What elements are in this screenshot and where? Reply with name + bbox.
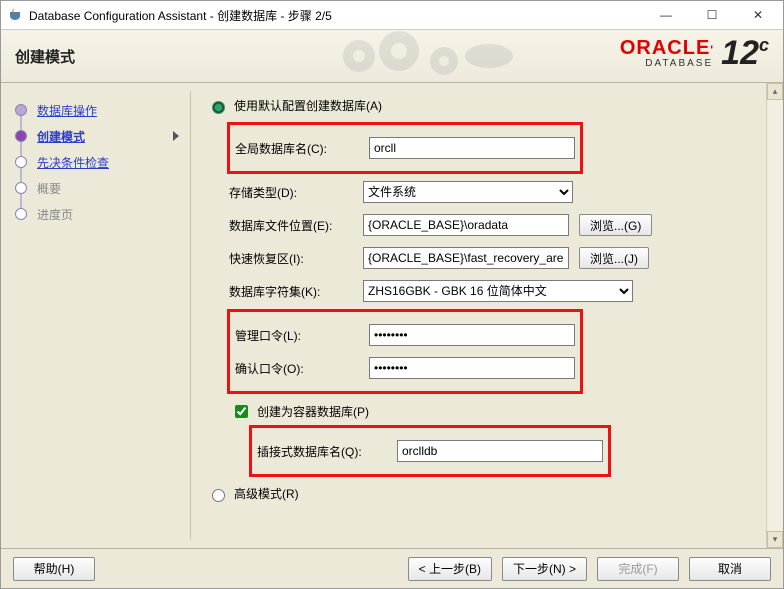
step-label: 进度页 <box>37 206 73 223</box>
browse-file-location-button[interactable]: 浏览...(G) <box>579 214 652 236</box>
label-storage-type: 存储类型(D): <box>229 184 353 201</box>
highlight-global-db: 全局数据库名(C): <box>229 124 581 172</box>
step-db-operation[interactable]: 数据库操作 <box>15 97 183 123</box>
header: 创建模式 ORACLE' DATABASE 12c <box>1 30 783 83</box>
label-charset: 数据库字符集(K): <box>229 283 353 300</box>
step-label: 概要 <box>37 180 61 197</box>
input-file-location[interactable] <box>363 214 569 236</box>
close-button[interactable]: ✕ <box>735 1 781 29</box>
cancel-button[interactable]: 取消 <box>689 557 771 581</box>
label-global-db-name: 全局数据库名(C): <box>235 140 359 157</box>
row-pdb-name: 插接式数据库名(Q): <box>257 438 603 464</box>
step-dot-icon <box>15 156 27 168</box>
brand-version: 12 <box>721 34 759 72</box>
row-confirm-pw: 确认口令(O): <box>235 355 575 381</box>
wizard-steps: 数据库操作 创建模式 先决条件检查 概要 进度页 <box>1 83 191 548</box>
titlebar: Database Configuration Assistant - 创建数据库… <box>1 1 783 30</box>
select-charset[interactable]: ZHS16GBK - GBK 16 位简体中文 <box>363 280 633 302</box>
step-prereq-check[interactable]: 先决条件检查 <box>15 149 183 175</box>
label-pdb-name: 插接式数据库名(Q): <box>257 443 387 460</box>
window-title: Database Configuration Assistant - 创建数据库… <box>29 7 643 24</box>
gears-decoration <box>329 30 529 82</box>
radio-advanced-mode-label: 高级模式(R) <box>234 485 299 502</box>
step-dot-icon <box>15 130 27 142</box>
step-create-mode[interactable]: 创建模式 <box>15 123 183 149</box>
checkbox-create-cdb[interactable]: 创建为容器数据库(P) <box>231 402 765 421</box>
radio-default-config[interactable]: 使用默认配置创建数据库(A) <box>207 97 765 114</box>
step-progress: 进度页 <box>15 201 183 227</box>
step-label: 数据库操作 <box>37 102 97 119</box>
row-storage-type: 存储类型(D): 文件系统 <box>229 179 765 205</box>
default-config-form: 全局数据库名(C): 存储类型(D): 文件系统 数据库文件位置(E): 浏览.… <box>229 124 765 475</box>
finish-button: 完成(F) <box>597 557 679 581</box>
brand-database: DATABASE <box>620 58 713 69</box>
checkbox-create-cdb-label: 创建为容器数据库(P) <box>257 403 369 420</box>
step-label: 创建模式 <box>37 128 85 145</box>
radio-advanced-mode-input[interactable] <box>212 489 225 502</box>
row-charset: 数据库字符集(K): ZHS16GBK - GBK 16 位简体中文 <box>229 278 765 304</box>
highlight-passwords: 管理口令(L): 确认口令(O): <box>229 311 581 392</box>
checkbox-create-cdb-input[interactable] <box>235 405 248 418</box>
help-button[interactable]: 帮助(H) <box>13 557 95 581</box>
input-fra[interactable] <box>363 247 569 269</box>
step-summary: 概要 <box>15 175 183 201</box>
row-admin-pw: 管理口令(L): <box>235 322 575 348</box>
label-confirm-pw: 确认口令(O): <box>235 360 359 377</box>
brand: ORACLE' DATABASE 12c <box>620 36 769 70</box>
step-dot-icon <box>15 208 27 220</box>
step-label: 先决条件检查 <box>37 154 109 171</box>
brand-version-c: c <box>759 35 769 55</box>
input-confirm-pw[interactable] <box>369 357 575 379</box>
radio-default-config-label: 使用默认配置创建数据库(A) <box>234 97 382 114</box>
browse-fra-button[interactable]: 浏览...(J) <box>579 247 649 269</box>
radio-advanced-mode[interactable]: 高级模式(R) <box>207 485 765 502</box>
java-cup-icon <box>7 7 23 23</box>
label-file-location: 数据库文件位置(E): <box>229 217 353 234</box>
brand-oracle: ORACLE <box>620 37 710 59</box>
row-fra: 快速恢复区(I): 浏览...(J) <box>229 245 765 271</box>
vertical-scrollbar[interactable]: ▴ ▾ <box>766 83 783 548</box>
footer: 帮助(H) < 上一步(B) 下一步(N) > 完成(F) 取消 <box>1 548 783 588</box>
body: 数据库操作 创建模式 先决条件检查 概要 进度页 使用默认配置创建数据库(A) <box>1 83 783 548</box>
label-fra: 快速恢复区(I): <box>229 250 353 267</box>
radio-default-config-input[interactable] <box>212 101 225 114</box>
step-dot-icon <box>15 104 27 116</box>
highlight-pdb: 插接式数据库名(Q): <box>251 427 609 475</box>
minimize-button[interactable]: — <box>643 1 689 29</box>
back-button[interactable]: < 上一步(B) <box>408 557 492 581</box>
row-file-location: 数据库文件位置(E): 浏览...(G) <box>229 212 765 238</box>
current-step-arrow-icon <box>173 131 179 141</box>
scroll-down-icon[interactable]: ▾ <box>767 531 783 548</box>
scroll-up-icon[interactable]: ▴ <box>767 83 783 100</box>
maximize-button[interactable]: ☐ <box>689 1 735 29</box>
input-global-db-name[interactable] <box>369 137 575 159</box>
content-pane: 使用默认配置创建数据库(A) 全局数据库名(C): 存储类型(D): 文件系统 … <box>191 83 783 548</box>
step-dot-icon <box>15 182 27 194</box>
input-admin-pw[interactable] <box>369 324 575 346</box>
row-global-db-name: 全局数据库名(C): <box>235 135 575 161</box>
label-admin-pw: 管理口令(L): <box>235 327 359 344</box>
select-storage-type[interactable]: 文件系统 <box>363 181 573 203</box>
page-title: 创建模式 <box>15 46 75 67</box>
next-button[interactable]: 下一步(N) > <box>502 557 587 581</box>
input-pdb-name[interactable] <box>397 440 603 462</box>
